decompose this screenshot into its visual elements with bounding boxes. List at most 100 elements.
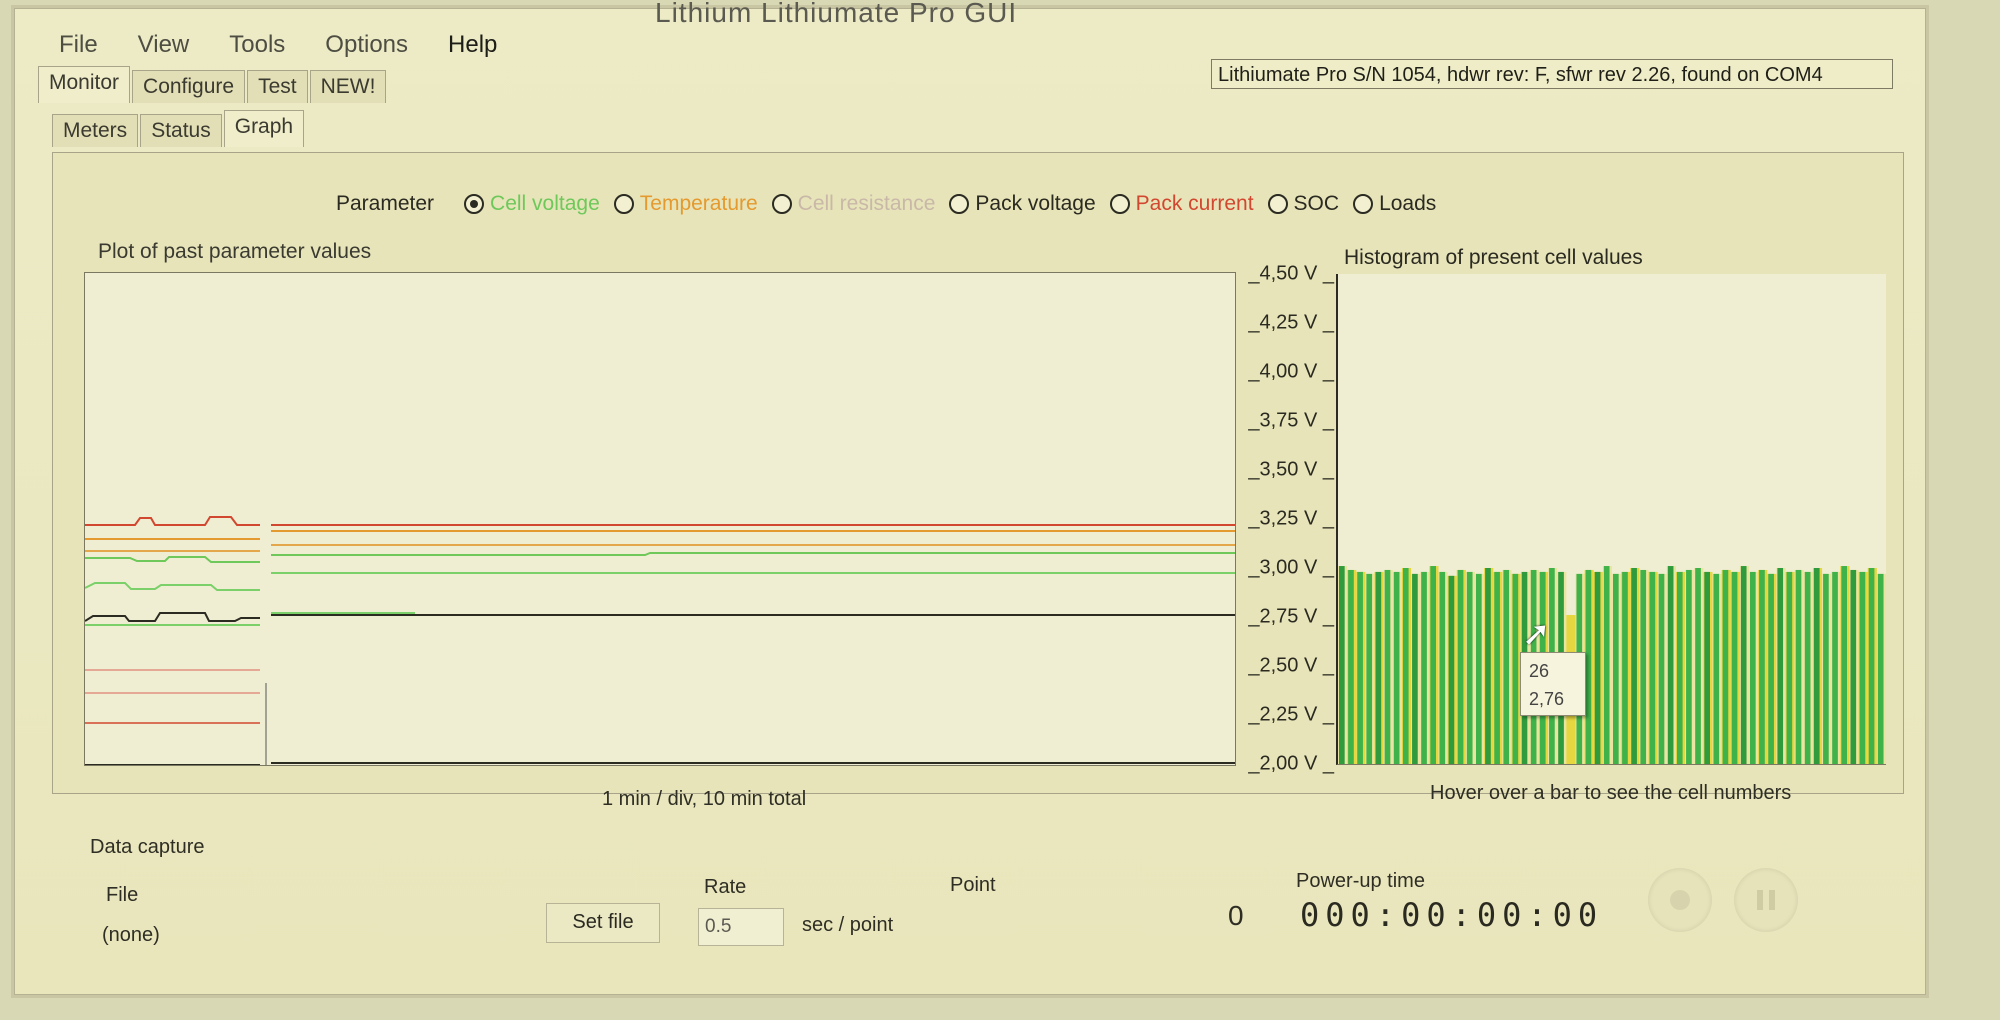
tab-monitor[interactable]: Monitor: [38, 66, 131, 103]
radio-soc[interactable]: SOC: [1267, 192, 1339, 216]
histogram-bar[interactable]: [1339, 566, 1345, 764]
histogram-bar[interactable]: [1768, 573, 1774, 764]
histogram-bar[interactable]: [1603, 566, 1610, 764]
menu-tools[interactable]: Tools: [229, 31, 285, 59]
histogram-bar[interactable]: [1622, 571, 1628, 764]
sub-tabs: Meters Status Graph: [52, 110, 306, 147]
tab-graph[interactable]: Graph: [223, 110, 305, 147]
histogram-bar[interactable]: [1658, 573, 1665, 764]
histogram-bar[interactable]: [1430, 566, 1436, 764]
histogram-bar[interactable]: [1832, 571, 1838, 764]
radio-button[interactable]: [1109, 194, 1130, 214]
histogram-bar[interactable]: [1457, 569, 1464, 764]
histogram-bar[interactable]: [1786, 571, 1793, 764]
tooltip-value: 2,76: [1529, 689, 1565, 709]
y-tick-label: _2,25 V _: [1248, 703, 1334, 726]
histogram-bar[interactable]: [1594, 571, 1601, 764]
menu-help[interactable]: Help: [448, 31, 497, 59]
radio-button[interactable]: [613, 194, 634, 214]
histogram-bar[interactable]: [1631, 568, 1637, 764]
histogram-bar[interactable]: [1476, 573, 1482, 764]
histogram-bar[interactable]: [1384, 569, 1391, 764]
tab-new[interactable]: NEW!: [309, 70, 387, 103]
histogram-bar[interactable]: [1667, 566, 1674, 764]
radio-temperature[interactable]: Temperature: [613, 192, 758, 216]
histogram-bar[interactable]: [1649, 571, 1656, 764]
radio-cell-voltage[interactable]: Cell voltage: [464, 192, 600, 216]
radio-loads[interactable]: Loads: [1353, 192, 1436, 216]
histogram-bar[interactable]: [1613, 573, 1619, 764]
rate-input[interactable]: 0.5: [698, 908, 784, 946]
histogram-bar[interactable]: [1695, 568, 1701, 764]
histogram-bar[interactable]: [1348, 569, 1354, 764]
radio-button[interactable]: [1353, 194, 1374, 214]
tab-configure[interactable]: Configure: [132, 70, 246, 103]
histogram-bar[interactable]: [1402, 568, 1409, 764]
radio-button[interactable]: [1267, 194, 1288, 214]
tab-meters[interactable]: Meters: [52, 114, 139, 147]
rate-label: Rate: [704, 876, 747, 898]
pause-button[interactable]: [1734, 868, 1798, 932]
histogram-bar[interactable]: [1448, 575, 1455, 764]
histogram-bar[interactable]: [1421, 571, 1427, 764]
histogram-bar[interactable]: [1676, 571, 1683, 764]
histogram-bar[interactable]: [1877, 573, 1884, 764]
histogram-bar[interactable]: [1366, 573, 1373, 764]
histogram-bar[interactable]: [1868, 568, 1875, 764]
radio-pack-voltage[interactable]: Pack voltage: [949, 192, 1096, 216]
histogram-bar[interactable]: [1804, 571, 1811, 764]
radio-button[interactable]: [949, 194, 970, 214]
series-line-green: [85, 552, 1235, 563]
tab-test[interactable]: Test: [247, 70, 308, 103]
file-label: File: [106, 884, 139, 906]
tooltip-cell: 26: [1529, 661, 1550, 681]
histogram-chart: [1336, 274, 1886, 765]
histogram-bar[interactable]: [1841, 566, 1847, 764]
radio-button[interactable]: [771, 194, 792, 214]
radio-pack-current[interactable]: Pack current: [1109, 192, 1254, 216]
histogram-bar[interactable]: [1859, 571, 1866, 764]
histogram-bar[interactable]: [1722, 569, 1729, 764]
histogram-bar[interactable]: [1512, 573, 1519, 764]
histogram-bar[interactable]: [1412, 573, 1418, 764]
series-line-green-2: [84, 572, 1235, 591]
series-line-orange: [85, 530, 1235, 540]
menu-options[interactable]: Options: [325, 31, 408, 59]
main-tabs: Monitor Configure Test NEW!: [38, 66, 388, 103]
histogram-bar[interactable]: [1585, 569, 1592, 764]
histogram-bar[interactable]: [1466, 571, 1473, 764]
plot-title: Plot of past parameter values: [98, 240, 372, 263]
tab-status[interactable]: Status: [140, 114, 222, 147]
histogram-bar[interactable]: [1393, 571, 1400, 764]
menu-bar: File View Tools Options Help: [59, 31, 497, 59]
histogram-bar[interactable]: [1357, 571, 1363, 764]
histogram-bar[interactable]: [1375, 571, 1382, 764]
histogram-bar[interactable]: [1503, 569, 1510, 764]
histogram-bar[interactable]: [1750, 571, 1756, 764]
record-button[interactable]: [1648, 868, 1712, 932]
histogram-bar[interactable]: [1640, 569, 1647, 764]
histogram-bar[interactable]: [1485, 568, 1491, 764]
history-lines: [84, 516, 1235, 766]
histogram-bar[interactable]: [1777, 568, 1784, 764]
radio-button[interactable]: [464, 194, 485, 214]
histogram-bar[interactable]: [1850, 569, 1857, 764]
histogram-bar[interactable]: [1740, 566, 1747, 764]
histogram-bar[interactable]: [1494, 571, 1500, 764]
histogram-bar[interactable]: [1823, 573, 1829, 764]
y-tick-label: _3,75 V _: [1248, 409, 1334, 432]
y-tick-label: _3,25 V _: [1248, 507, 1334, 530]
histogram-bar[interactable]: [1713, 573, 1720, 764]
histogram-bar[interactable]: [1731, 571, 1738, 764]
menu-view[interactable]: View: [138, 31, 190, 59]
menu-file[interactable]: File: [59, 31, 98, 59]
histogram-bar[interactable]: [1759, 569, 1765, 764]
histogram-bar[interactable]: [1704, 571, 1710, 764]
set-file-button[interactable]: Set file: [546, 903, 660, 943]
histogram-bar[interactable]: [1439, 571, 1446, 764]
histogram-bar[interactable]: [1795, 569, 1802, 764]
histogram-bar[interactable]: [1813, 568, 1820, 764]
point-label: Point: [950, 874, 996, 896]
histogram-bar[interactable]: [1686, 569, 1692, 764]
radio-cell-resistance[interactable]: Cell resistance: [771, 192, 935, 216]
